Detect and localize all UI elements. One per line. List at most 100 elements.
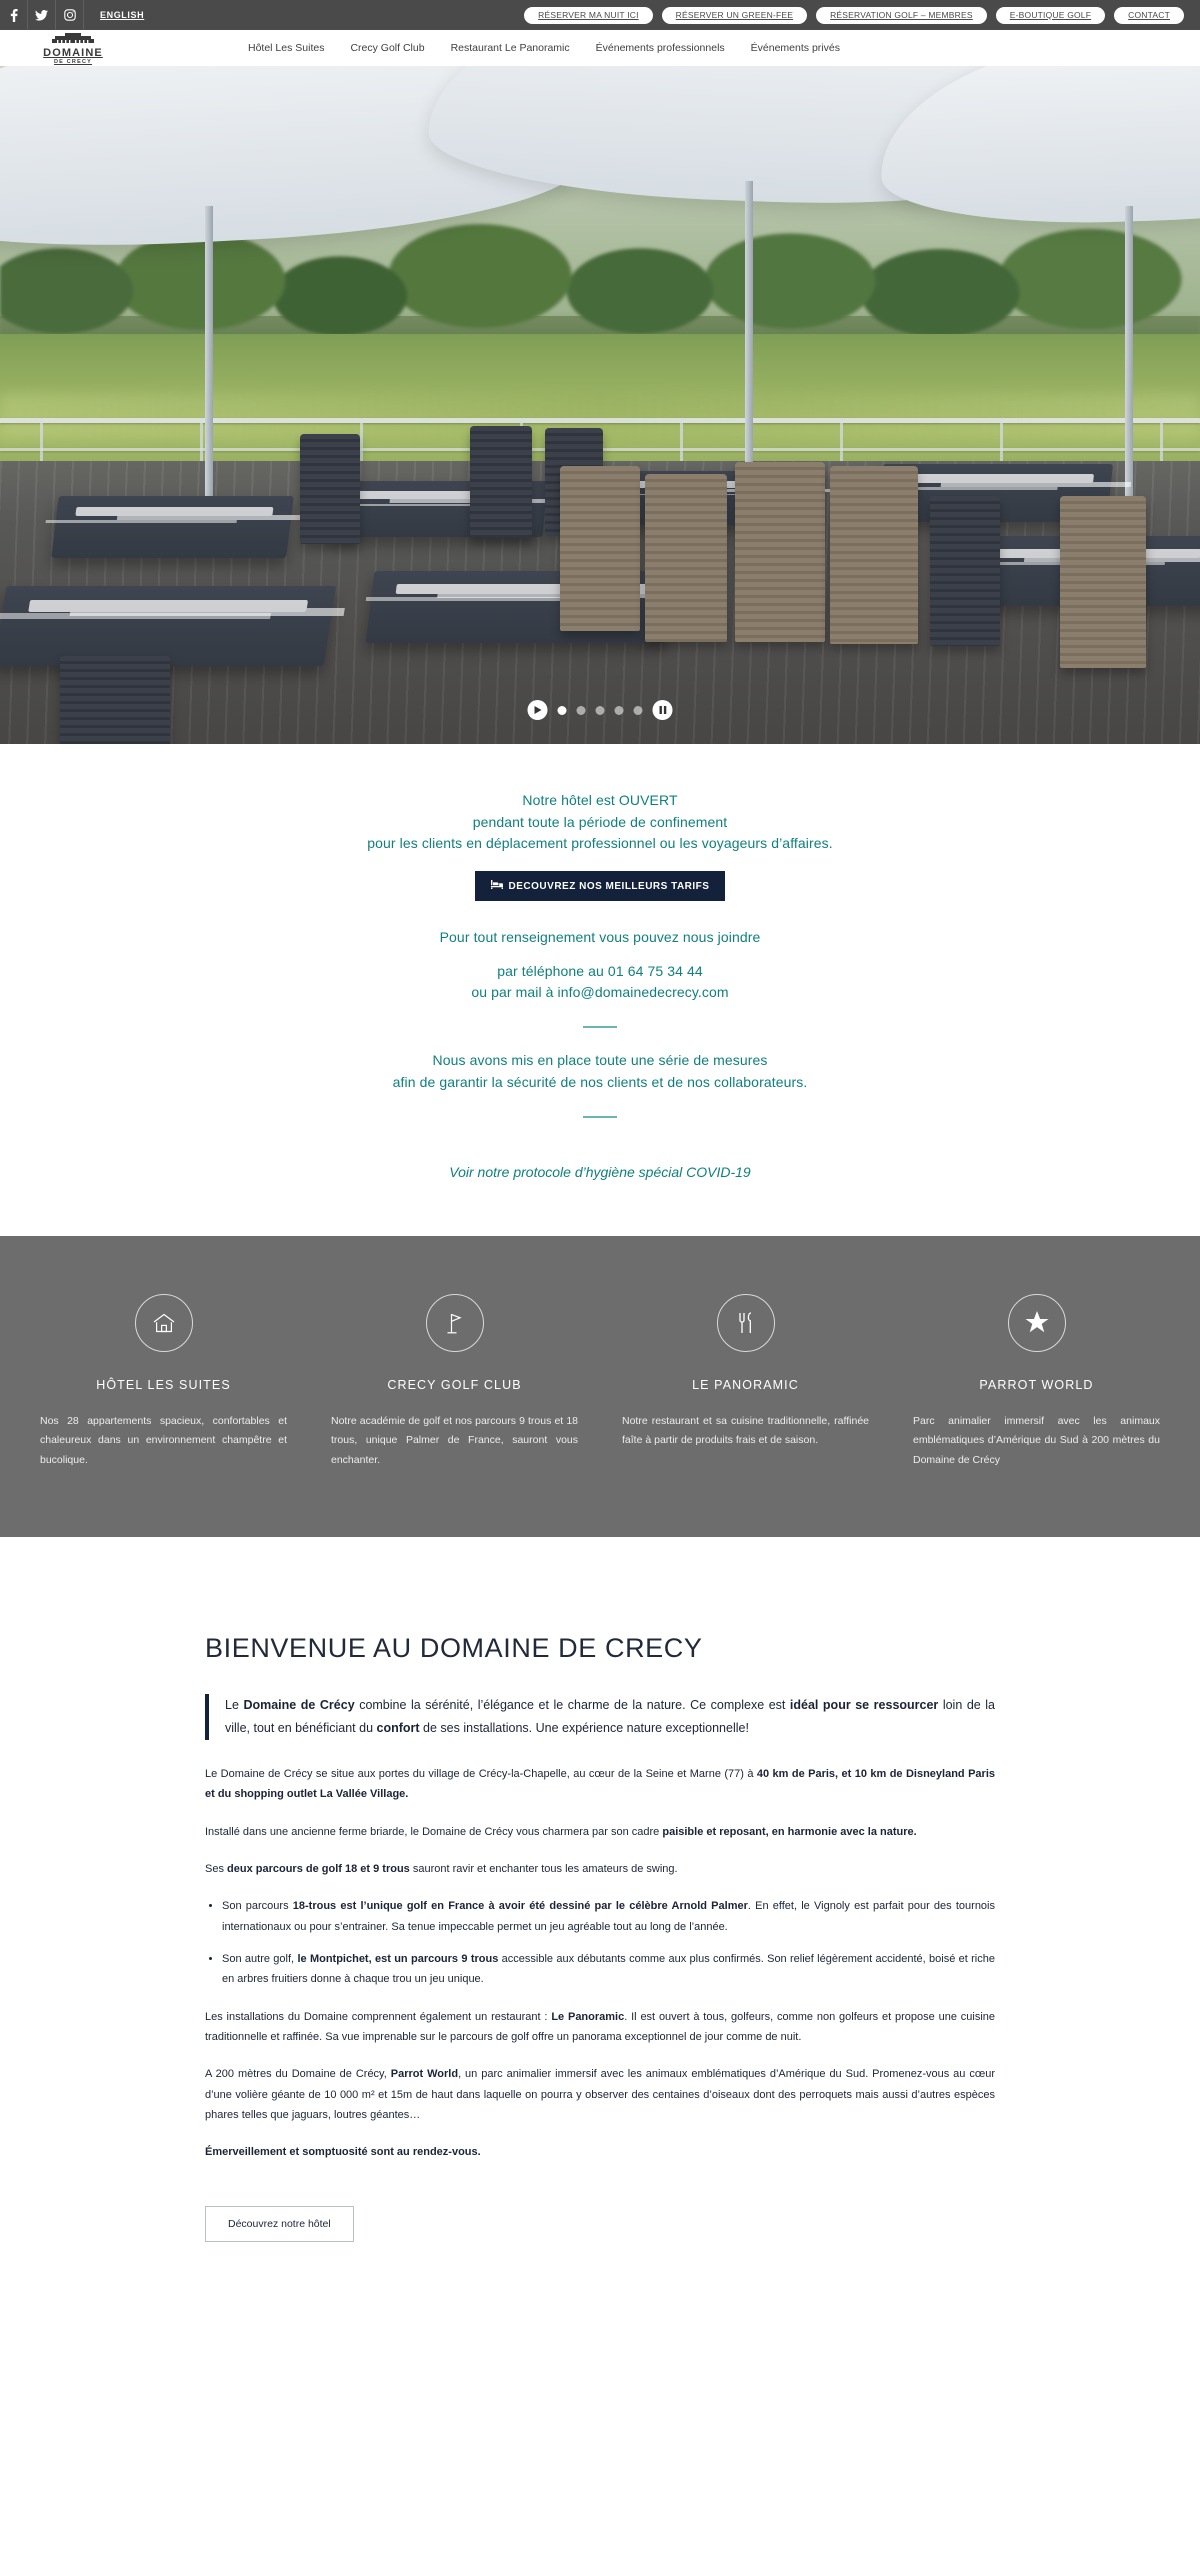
welcome-article: BIENVENUE AU DOMAINE DE CRECY Le Domaine… xyxy=(0,1537,1200,2311)
info-line-6: ou par mail à info@domainedecrecy.com xyxy=(471,984,729,1001)
article-paragraph-5: A 200 mètres du Domaine de Crécy, Parrot… xyxy=(205,2064,995,2125)
feature-card-hotel[interactable]: HÔTEL LES SUITES Nos 28 appartements spa… xyxy=(18,1293,309,1472)
info-line-8: afin de garantir la sécurité de nos clie… xyxy=(392,1073,808,1090)
info-line-2: pendant toute la période de confinement xyxy=(472,813,728,830)
hero-table xyxy=(51,496,294,558)
hero-chair xyxy=(60,656,170,744)
feature-card-parrot-world[interactable]: PARROT WORLD Parc animalier immersif ave… xyxy=(891,1293,1182,1472)
hero-chair xyxy=(1060,496,1146,668)
hero-chair xyxy=(470,426,532,538)
bed-icon xyxy=(490,880,503,892)
golf-courses-list: Son parcours 18-trous est l’unique golf … xyxy=(222,1896,995,1989)
feature-card-restaurant[interactable]: LE PANORAMIC Notre restaurant et sa cuis… xyxy=(600,1293,891,1472)
slider-dot-3[interactable] xyxy=(595,705,605,715)
instagram-icon[interactable] xyxy=(56,0,84,30)
nav-item-hotel[interactable]: Hôtel Les Suites xyxy=(248,42,324,54)
slider-dot-2[interactable] xyxy=(576,705,586,715)
golf-flag-icon xyxy=(425,1293,484,1352)
best-rates-label: DECOUVREZ NOS MEILLEURS TARIFS xyxy=(508,880,710,892)
feature-card-golf[interactable]: CRECY GOLF CLUB Notre académie de golf e… xyxy=(309,1293,600,1472)
twitter-icon[interactable] xyxy=(28,0,56,30)
star-icon xyxy=(1007,1293,1066,1352)
hero-image-terrace xyxy=(0,66,1200,744)
paragraph-text: Installé dans une ancienne ferme briarde… xyxy=(205,1825,663,1838)
lead-strong: confort xyxy=(376,1721,420,1736)
paragraph-strong: deux parcours de golf 18 et 9 trous xyxy=(227,1862,410,1875)
paragraph-text: Ses xyxy=(205,1862,228,1875)
article-paragraph-6: Émerveillement et somptuosité sont au re… xyxy=(205,2142,995,2162)
list-strong: le Montpichet, est un parcours 9 trous xyxy=(297,1952,499,1965)
feature-text: Nos 28 appartements spacieux, confortabl… xyxy=(40,1414,287,1467)
hero-parasol-pole xyxy=(1125,206,1133,526)
main-navigation: Hôtel Les Suites Crecy Golf Club Restaur… xyxy=(248,42,840,54)
logo-wordmark: DOMAINE xyxy=(43,47,103,59)
book-night-button[interactable]: RÉSERVER MA NUIT ICI xyxy=(524,6,653,24)
best-rates-button[interactable]: DECOUVREZ NOS MEILLEURS TARIFS xyxy=(474,871,726,902)
site-header: DOMAINE DE CRECY Hôtel Les Suites Crecy … xyxy=(0,30,1200,66)
contact-button[interactable]: CONTACT xyxy=(1114,6,1184,24)
features-section: HÔTEL LES SUITES Nos 28 appartements spa… xyxy=(0,1235,1200,1538)
paragraph-strong: Le Panoramic xyxy=(551,2010,625,2023)
slider-controls xyxy=(527,700,673,720)
book-greenfee-button[interactable]: RÉSERVER UN GREEN-FEE xyxy=(661,6,808,24)
hero-chair xyxy=(735,462,825,642)
article-paragraph-2: Installé dans une ancienne ferme briarde… xyxy=(205,1822,995,1842)
hero-slider xyxy=(0,66,1200,744)
site-logo[interactable]: DOMAINE DE CRECY xyxy=(18,31,128,65)
lead-text: de ses installations. Une expérience nat… xyxy=(419,1721,749,1736)
list-strong: 18-trous est l’unique golf en France à a… xyxy=(292,1900,748,1913)
social-links xyxy=(0,0,84,30)
slider-play-button[interactable] xyxy=(527,700,548,720)
lead-strong: idéal pour se ressourcer xyxy=(789,1698,939,1713)
book-golf-members-button[interactable]: RÉSERVATION GOLF – MEMBRES xyxy=(816,6,987,24)
feature-text: Notre restaurant et sa cuisine tradition… xyxy=(622,1414,869,1447)
nav-item-golf[interactable]: Crecy Golf Club xyxy=(350,42,424,54)
divider xyxy=(583,1115,617,1118)
list-item: Son parcours 18-trous est l’unique golf … xyxy=(222,1896,995,1937)
lead-text: combine la sérénité, l’élégance et le ch… xyxy=(354,1698,790,1713)
feature-title: CRECY GOLF CLUB xyxy=(387,1377,522,1392)
home-icon xyxy=(134,1293,193,1352)
hero-chair xyxy=(930,496,1000,646)
cutlery-icon xyxy=(716,1293,775,1352)
info-line-5: par téléphone au 01 64 75 34 44 xyxy=(497,962,703,979)
article-paragraph-1: Le Domaine de Crécy se situe aux portes … xyxy=(205,1764,995,1805)
hero-parasol-pole xyxy=(205,206,213,536)
divider xyxy=(583,1026,617,1029)
hero-table xyxy=(0,586,337,666)
paragraph-text: Les installations du Domaine comprennent… xyxy=(205,2010,552,2023)
info-line-1: Notre hôtel est OUVERT xyxy=(522,792,678,808)
slider-pause-button[interactable] xyxy=(652,700,673,720)
slider-dot-4[interactable] xyxy=(614,705,624,715)
hygiene-protocol-link[interactable]: Voir notre protocole d’hygiène spécial C… xyxy=(449,1164,750,1180)
facebook-icon[interactable] xyxy=(0,0,28,30)
article-paragraph-3: Ses deux parcours de golf 18 et 9 trous … xyxy=(205,1859,995,1879)
hero-chair xyxy=(645,474,727,642)
nav-item-restaurant[interactable]: Restaurant Le Panoramic xyxy=(451,42,570,54)
discover-hotel-button[interactable]: Découvrez notre hôtel xyxy=(205,2205,354,2242)
slider-dot-1[interactable] xyxy=(557,705,567,715)
lead-text: Le xyxy=(225,1698,244,1713)
article-lead: Le Domaine de Crécy combine la sérénité,… xyxy=(205,1694,995,1740)
feature-text: Parc animalier immersif avec les animaux… xyxy=(913,1414,1160,1467)
feature-text: Notre académie de golf et nos parcours 9… xyxy=(331,1414,578,1467)
language-switcher[interactable]: ENGLISH xyxy=(84,10,144,20)
article-paragraph-4: Les installations du Domaine comprennent… xyxy=(205,2007,995,2048)
hero-chair xyxy=(560,466,640,631)
paragraph-strong: Parrot World xyxy=(390,2068,459,2081)
lead-strong: Domaine de Crécy xyxy=(243,1698,355,1713)
paragraph-strong: paisible et reposant, en harmonie avec l… xyxy=(662,1825,917,1838)
feature-title: LE PANORAMIC xyxy=(692,1377,799,1392)
paragraph-text: sauront ravir et enchanter tous les amat… xyxy=(409,1862,678,1875)
hero-chair xyxy=(830,466,918,644)
paragraph-strong: Émerveillement et somptuosité sont au re… xyxy=(205,2146,481,2159)
nav-item-private-events[interactable]: Événements privés xyxy=(751,42,840,54)
nav-item-pro-events[interactable]: Événements professionnels xyxy=(596,42,725,54)
info-line-4: Pour tout renseignement vous pouvez nous… xyxy=(439,929,761,946)
list-text: Son parcours xyxy=(222,1900,293,1913)
features-row: HÔTEL LES SUITES Nos 28 appartements spa… xyxy=(0,1293,1200,1472)
hero-chair xyxy=(300,434,360,544)
eshop-golf-button[interactable]: E-BOUTIQUE GOLF xyxy=(995,6,1106,24)
slider-dot-5[interactable] xyxy=(633,705,643,715)
list-text: Son autre golf, xyxy=(222,1952,298,1965)
